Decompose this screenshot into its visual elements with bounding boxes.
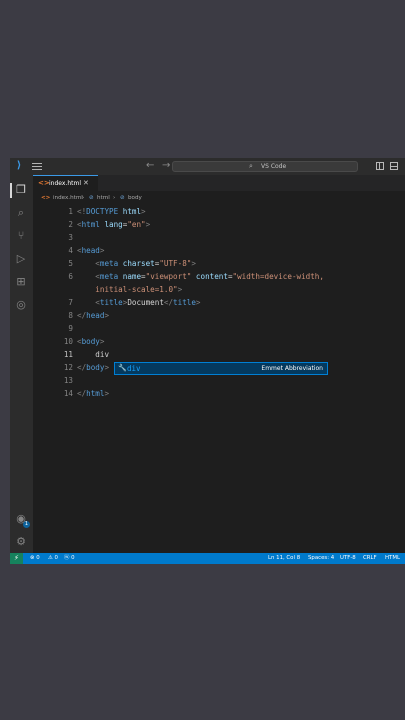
code-line: 2 <html lang="en">: [33, 218, 405, 231]
line-number: 3: [68, 233, 73, 242]
breadcrumb-html[interactable]: html: [97, 194, 110, 202]
line-content: div: [95, 350, 110, 359]
remote-explorer-icon[interactable]: ◎: [14, 298, 28, 312]
explorer-icon[interactable]: ❐: [14, 183, 28, 197]
line-content: <meta charset="UTF-8">: [95, 259, 196, 268]
line-content: </body>: [77, 363, 110, 372]
breadcrumb-separator: ›: [82, 195, 85, 201]
suggestion-detail: Emmet Abbreviation: [261, 365, 323, 372]
code-line: 8 </head>: [33, 309, 405, 322]
element-icon: ⊘: [120, 195, 125, 201]
vscode-window: ⟩ ← → ⌕ VS Code ❐ ⌕ ⑂ ▷ ⊞ ◎ ◉ 1 ⚙ <> ind…: [10, 158, 405, 564]
breadcrumb: <> index.html › ⊘ html › ⊘ body: [33, 191, 405, 205]
line-endings[interactable]: CRLF: [363, 553, 377, 564]
code-line: 14 </html>: [33, 387, 405, 400]
line-number: 4: [68, 246, 73, 255]
line-content: </html>: [77, 389, 110, 398]
account-icon[interactable]: ◉ 1: [14, 512, 30, 528]
line-number: 13: [63, 376, 73, 385]
account-badge: 1: [23, 521, 30, 528]
close-icon[interactable]: ✕: [83, 178, 89, 189]
line-content: <!DOCTYPE html>: [77, 207, 146, 216]
encoding[interactable]: UTF-8: [340, 553, 356, 564]
line-number: 14: [63, 389, 73, 398]
search-icon[interactable]: ⌕: [14, 206, 28, 220]
line-number: 11: [63, 350, 73, 359]
tab-index-html[interactable]: <> index.html ✕: [33, 175, 98, 191]
source-control-icon[interactable]: ⑂: [14, 229, 28, 243]
line-content: <head>: [77, 246, 105, 255]
forward-arrow-icon[interactable]: →: [162, 160, 170, 172]
code-line: 7 <title>Document</title>: [33, 296, 405, 309]
line-content: </head>: [77, 311, 110, 320]
indentation[interactable]: Spaces: 4: [308, 553, 334, 564]
line-content: initial-scale=1.0">: [95, 285, 183, 294]
code-line: 13: [33, 374, 405, 387]
run-debug-icon[interactable]: ▷: [14, 252, 28, 266]
ports-count[interactable]: ⓦ 0: [64, 553, 75, 564]
line-number: 12: [63, 363, 73, 372]
line-number: 10: [63, 337, 73, 346]
breadcrumb-separator: ›: [113, 195, 116, 201]
code-line-wrapped: initial-scale=1.0">: [33, 283, 405, 296]
line-number: 8: [68, 311, 73, 320]
search-text: VS Code: [261, 163, 287, 170]
line-number: 9: [68, 324, 73, 333]
vscode-logo-icon: ⟩: [16, 160, 22, 171]
toggle-sidebar-icon[interactable]: [376, 162, 384, 170]
wrench-icon: 🔧: [118, 364, 127, 372]
line-number: 6: [68, 272, 73, 281]
code-line: 6 <meta name="viewport" content="width=d…: [33, 270, 405, 283]
line-number: 7: [68, 298, 73, 307]
code-editor[interactable]: 1 <!DOCTYPE html> 2 <html lang="en"> 3 4…: [33, 205, 405, 553]
gear-icon[interactable]: ⚙: [14, 535, 28, 549]
active-indicator: [10, 183, 12, 198]
code-line-current: 11 div: [33, 348, 405, 361]
activity-bar: ❐ ⌕ ⑂ ▷ ⊞ ◎ ◉ 1 ⚙: [10, 175, 33, 553]
back-arrow-icon[interactable]: ←: [146, 160, 154, 172]
html-file-icon: <>: [38, 179, 50, 187]
breadcrumb-body[interactable]: body: [128, 194, 142, 202]
line-content: <body>: [77, 337, 105, 346]
title-bar: ⟩ ← → ⌕ VS Code: [10, 158, 405, 175]
line-content: <html lang="en">: [77, 220, 151, 229]
line-number: 5: [68, 259, 73, 268]
language-mode[interactable]: HTML: [385, 553, 400, 564]
command-center-search[interactable]: ⌕ VS Code: [172, 161, 358, 172]
remote-indicator-icon[interactable]: ⚡: [10, 553, 23, 564]
line-number: 2: [68, 220, 73, 229]
tab-bar: <> index.html ✕: [33, 175, 405, 191]
line-content: <title>Document</title>: [95, 298, 201, 307]
cursor-position[interactable]: Ln 11, Col 8: [268, 553, 300, 564]
warnings-count[interactable]: ⚠ 0: [48, 553, 58, 564]
suggestion-label: div: [127, 364, 141, 373]
extensions-icon[interactable]: ⊞: [14, 275, 28, 289]
code-line: 5 <meta charset="UTF-8">: [33, 257, 405, 270]
code-line: 9: [33, 322, 405, 335]
code-line: 4 <head>: [33, 244, 405, 257]
code-line: 1 <!DOCTYPE html>: [33, 205, 405, 218]
html-file-icon: <>: [41, 195, 51, 201]
errors-count[interactable]: ⊗ 0: [30, 553, 40, 564]
toggle-panel-icon[interactable]: [390, 162, 398, 170]
line-number: 1: [68, 207, 73, 216]
code-line: 3: [33, 231, 405, 244]
menu-icon[interactable]: [32, 161, 42, 171]
search-icon: ⌕: [249, 162, 253, 170]
suggestion-item[interactable]: 🔧 div Emmet Abbreviation: [114, 362, 328, 375]
element-icon: ⊘: [89, 195, 94, 201]
code-line: 10 <body>: [33, 335, 405, 348]
line-content: <meta name="viewport" content="width=dev…: [95, 272, 324, 281]
status-bar: ⚡ ⊗ 0 ⚠ 0 ⓦ 0 Ln 11, Col 8 Spaces: 4 UTF…: [10, 553, 405, 564]
breadcrumb-file[interactable]: index.html: [53, 194, 83, 202]
tab-label: index.html: [49, 180, 81, 187]
